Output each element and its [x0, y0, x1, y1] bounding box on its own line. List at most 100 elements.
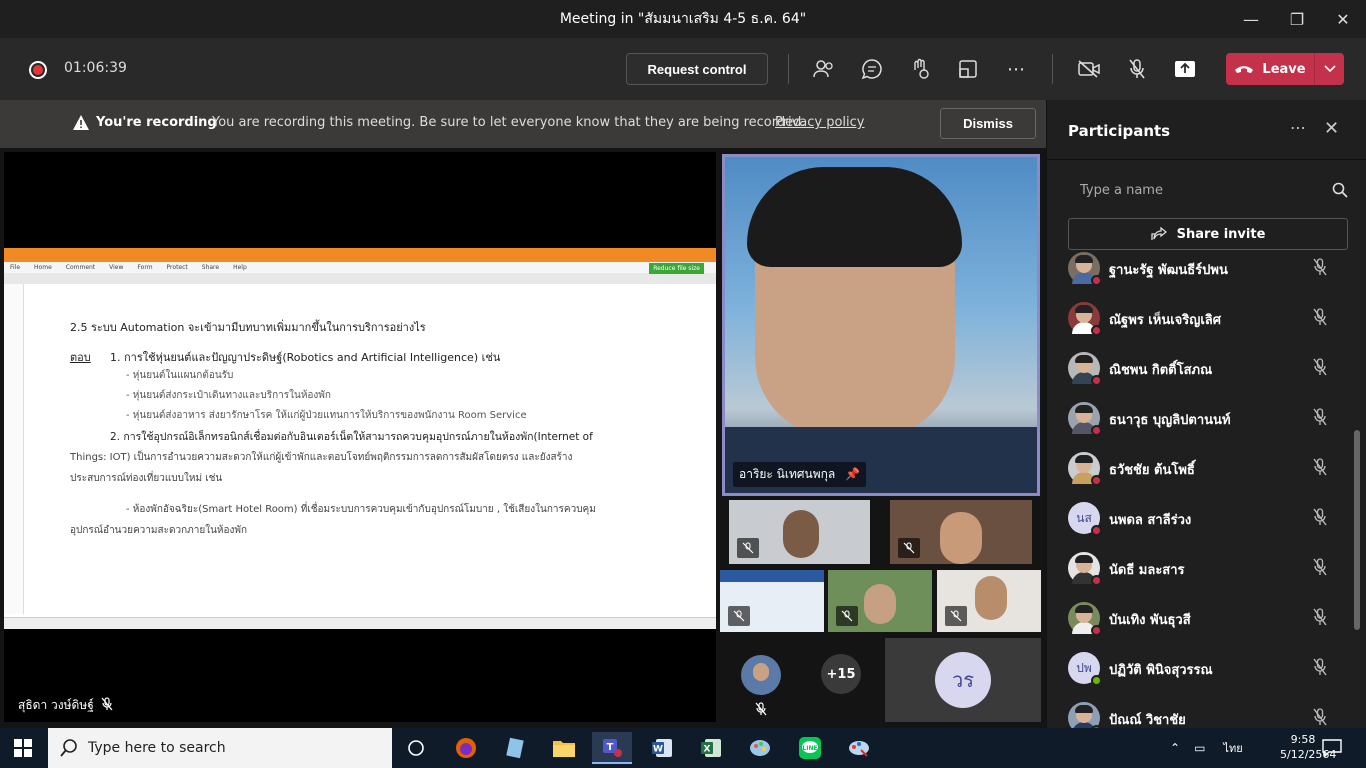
participant-row[interactable]: ฐานะรัฐ พัฒนธีร์ปพน — [1047, 251, 1357, 293]
participants-scrollbar[interactable] — [1354, 430, 1360, 630]
leave-main[interactable]: Leave — [1226, 53, 1314, 85]
chat-icon[interactable] — [856, 53, 888, 85]
mic-off-icon[interactable] — [1312, 508, 1328, 526]
video-tile[interactable] — [828, 570, 932, 632]
video-tile[interactable] — [729, 500, 870, 564]
hang-up-icon — [1235, 66, 1254, 73]
notification-icon[interactable] — [1322, 739, 1342, 761]
participant-row[interactable]: ณัฐพร เห็นเจริญเลิศ — [1047, 293, 1357, 343]
participant-name: ปัณณ์ วิชาชัย — [1109, 713, 1186, 728]
mic-off-icon[interactable] — [1312, 358, 1328, 376]
search-icon[interactable] — [1332, 182, 1348, 198]
mic-off-icon[interactable] — [1312, 608, 1328, 626]
taskbar-search-input[interactable]: Type here to search — [48, 728, 392, 768]
pinned-video-tile[interactable]: อาริยะ นิเทศนพกุล 📌 — [722, 154, 1040, 496]
participant-video — [975, 576, 1007, 620]
more-options-icon[interactable]: ⋯ — [1000, 53, 1032, 85]
svg-text:X: X — [704, 745, 711, 755]
mic-off-icon[interactable] — [1312, 658, 1328, 676]
participant-row[interactable]: นส นพดล สาลีร่วง — [1047, 493, 1357, 543]
search-icon — [60, 739, 77, 757]
system-tray: ⌃ ▭ ไทย — [1170, 728, 1243, 768]
participant-row[interactable]: นัดธี มละสาร — [1047, 543, 1357, 593]
video-tile[interactable] — [890, 500, 1032, 564]
mic-off-icon — [101, 697, 113, 711]
participant-row[interactable]: ธวัชชัย ต้นโพธิ์ — [1047, 443, 1357, 493]
status-badge — [1091, 325, 1102, 336]
paint-icon[interactable] — [740, 732, 780, 764]
mic-off-icon — [755, 702, 767, 716]
more-options-icon[interactable]: ⋯ — [1290, 118, 1306, 137]
excel-icon[interactable]: X — [691, 732, 731, 764]
avatar[interactable] — [741, 655, 781, 695]
windows-start-icon[interactable] — [14, 739, 32, 761]
status-badge — [1091, 375, 1102, 386]
word-icon[interactable]: W — [642, 732, 682, 764]
video-tile[interactable]: วร — [885, 638, 1041, 722]
menu-item: Form — [137, 264, 153, 271]
raise-hand-icon[interactable] — [904, 53, 936, 85]
paint-3d-icon[interactable] — [839, 732, 879, 764]
participant-row[interactable]: ณิชพน กิตติ์โสภณ — [1047, 343, 1357, 393]
firefox-icon[interactable] — [446, 732, 486, 764]
battery-icon[interactable]: ▭ — [1194, 741, 1205, 755]
mic-off-icon[interactable] — [1312, 258, 1328, 276]
mic-off-icon[interactable] — [1312, 458, 1328, 476]
overflow-participants[interactable]: +15 — [821, 654, 861, 694]
video-tile[interactable] — [720, 570, 824, 632]
room-icon[interactable] — [952, 53, 984, 85]
participant-name: ณิชพน กิตติ์โสภณ — [1109, 363, 1213, 378]
teams-icon[interactable]: T — [592, 732, 632, 764]
mic-off-icon[interactable] — [1121, 53, 1153, 85]
chevron-up-icon[interactable]: ⌃ — [1170, 741, 1180, 755]
participant-row[interactable]: ธนาวุธ บุญลิปตานนท์ — [1047, 393, 1357, 443]
doc-line: Things: IOT) เป็นการอำนวยความสะดวกให้แก่… — [70, 452, 573, 463]
participant-row[interactable]: ปพ ปฏิวัติ พินิจสุวรรณ — [1047, 643, 1357, 693]
doc-line: 2. การใช้อุปกรณ์อิเล็กทรอนิกส์เชื่อมต่อก… — [110, 431, 593, 443]
participant-list: ฐานะรัฐ พัฒนธีร์ปพน ณัฐพร เห็นเจริญเลิศ … — [1047, 251, 1357, 728]
mic-off-icon — [728, 606, 750, 626]
file-explorer-icon[interactable] — [544, 732, 584, 764]
svg-text:LINE: LINE — [802, 745, 817, 752]
mic-off-icon — [836, 606, 858, 626]
dismiss-button[interactable]: Dismiss — [940, 108, 1036, 139]
participant-row[interactable]: บันเทิง พันธุวสี — [1047, 593, 1357, 643]
status-badge — [1091, 475, 1102, 486]
close-icon[interactable]: ✕ — [1320, 0, 1366, 38]
mic-off-icon[interactable] — [1312, 708, 1328, 726]
task-view-icon[interactable] — [396, 732, 436, 764]
leave-button[interactable]: Leave — [1226, 53, 1344, 85]
mic-off-icon[interactable] — [1312, 558, 1328, 576]
mic-off-icon — [737, 538, 759, 558]
people-icon[interactable] — [808, 53, 840, 85]
participant-name: ณัฐพร เห็นเจริญเลิศ — [1109, 313, 1221, 328]
share-icon — [1150, 227, 1167, 240]
share-invite-button[interactable]: Share invite — [1068, 218, 1348, 250]
video-tile[interactable] — [937, 570, 1041, 632]
menu-item: File — [10, 264, 21, 271]
request-control-button[interactable]: Request control — [626, 53, 768, 85]
close-icon[interactable]: ✕ — [1324, 118, 1339, 139]
taskbar-clock[interactable]: 9:58 5/12/2564 — [1280, 732, 1336, 762]
mic-off-icon[interactable] — [1312, 408, 1328, 426]
chevron-down-icon[interactable] — [1314, 53, 1344, 85]
line-icon[interactable]: LINE — [790, 732, 830, 764]
minimize-icon[interactable]: — — [1228, 0, 1274, 38]
language-indicator[interactable]: ไทย — [1223, 739, 1242, 757]
doc-line: ตอบ — [70, 351, 91, 364]
participant-search-input[interactable]: Type a name — [1068, 174, 1348, 208]
doc-line: - หุ่นยนต์ส่งอาหาร ส่งยารักษาโรค ให้แก่ผ… — [126, 410, 527, 421]
mic-off-icon[interactable] — [1312, 308, 1328, 326]
doc-line: 2.5 ระบบ Automation จะเข้ามามีบทบาทเพิ่ม… — [70, 321, 426, 334]
participant-row[interactable]: ปัณณ์ วิชาชัย — [1047, 693, 1357, 728]
share-tray-icon[interactable] — [1169, 53, 1201, 85]
avatar-initials: นส — [1076, 510, 1092, 525]
maximize-icon[interactable]: ❐ — [1274, 0, 1320, 38]
participant-video — [940, 512, 982, 564]
share-invite-label: Share invite — [1176, 226, 1266, 242]
camera-off-icon[interactable] — [1073, 53, 1105, 85]
doc-line: - หุ่นยนต์ในแผนกต้อนรับ — [126, 370, 234, 381]
notepad-icon[interactable] — [495, 732, 535, 764]
participant-name: ฐานะรัฐ พัฒนธีร์ปพน — [1109, 263, 1228, 278]
privacy-policy-link[interactable]: Privacy policy — [775, 115, 864, 130]
